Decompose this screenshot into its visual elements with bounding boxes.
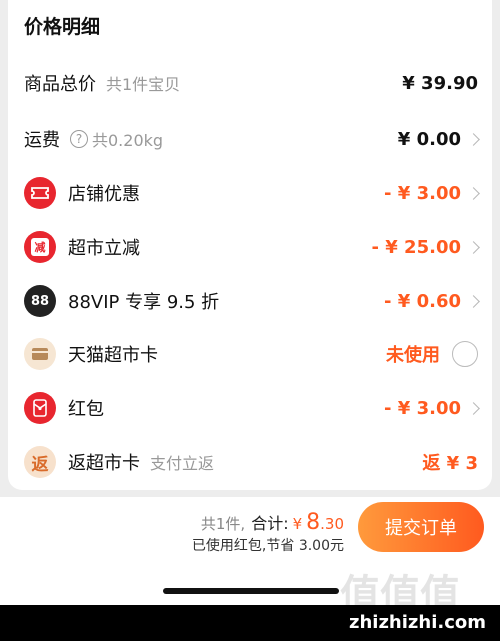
row-88vip[interactable]: 88 88VIP 专享 9.5 折 - ¥ 0.60 xyxy=(8,281,492,321)
market-cut-label: 超市立减 xyxy=(68,238,140,259)
market-cut-amount: - ¥ 25.00 xyxy=(371,236,461,258)
sum-line: 共1件, 合计: ¥ 8 .30 xyxy=(201,510,344,535)
total-amount: ¥ 39.90 xyxy=(402,72,478,94)
card-title: 价格明细 xyxy=(24,16,101,38)
red-packet-amount: - ¥ 3.00 xyxy=(384,397,461,419)
help-icon[interactable]: ? xyxy=(70,130,88,148)
sum-label: 合计: xyxy=(251,514,289,533)
row-cashback: 返 返超市卡 支付立返 返 ¥ 3 xyxy=(8,442,492,482)
shop-discount-label: 店铺优惠 xyxy=(68,184,140,205)
red-packet-icon xyxy=(24,392,56,424)
chevron-right-icon xyxy=(467,240,480,254)
shipping-sub: 共0.20kg xyxy=(92,131,164,150)
vip-88-icon: 88 xyxy=(24,285,56,317)
chevron-right-icon xyxy=(467,186,480,200)
total-label: 商品总价 xyxy=(24,74,96,95)
discount-icon-text: 减 xyxy=(31,238,49,256)
shipping-amount: ¥ 0.00 xyxy=(397,128,461,150)
item-count: 共1件, xyxy=(200,515,246,533)
shipping-label: 运费 xyxy=(24,130,60,151)
row-red-packet[interactable]: 红包 - ¥ 3.00 xyxy=(8,388,492,428)
cashback-sub: 支付立返 xyxy=(150,454,215,473)
row-shop-discount[interactable]: 店铺优惠 - ¥ 3.00 xyxy=(8,173,492,213)
discount-icon: 减 xyxy=(24,231,56,263)
tmall-card-radio[interactable] xyxy=(452,341,478,367)
chevron-right-icon xyxy=(467,132,480,146)
bottom-watermark-bar: zhizhizhi.com xyxy=(0,605,500,641)
chevron-right-icon xyxy=(467,294,480,308)
total-sub: 共1件宝贝 xyxy=(106,75,181,94)
sum-decimal: .30 xyxy=(320,515,344,533)
tmall-card-status: 未使用 xyxy=(386,345,440,366)
price-detail-card: 价格明细 商品总价 共1件宝贝 ¥ 39.90 运费 ? 共0.20kg ¥ 0… xyxy=(8,0,492,490)
cashback-label: 返超市卡 xyxy=(68,453,140,474)
chevron-right-icon xyxy=(467,401,480,415)
row-market-cut[interactable]: 减 超市立减 - ¥ 25.00 xyxy=(8,227,492,267)
card-icon xyxy=(24,338,56,370)
row-shipping[interactable]: 运费 ? 共0.20kg ¥ 0.00 xyxy=(8,119,492,159)
watermark-text: zhizhizhi.com xyxy=(348,612,486,633)
vip-label: 88VIP 专享 9.5 折 xyxy=(68,292,220,313)
cashback-amount: 返 ¥ 3 xyxy=(422,453,478,474)
sum-currency: ¥ xyxy=(292,515,303,533)
shop-discount-amount: - ¥ 3.00 xyxy=(384,182,461,204)
row-tmall-card[interactable]: 天猫超市卡 未使用 xyxy=(8,334,492,374)
savings-note: 已使用红包,节省 3.00元 xyxy=(191,538,344,554)
row-total-price: 商品总价 共1件宝贝 ¥ 39.90 xyxy=(8,63,492,103)
cashback-icon: 返 xyxy=(24,446,56,478)
red-packet-label: 红包 xyxy=(68,399,104,420)
sum-integer: 8 xyxy=(306,510,321,535)
home-indicator[interactable] xyxy=(163,588,339,594)
vip-amount: - ¥ 0.60 xyxy=(384,290,461,312)
ticket-icon xyxy=(24,177,56,209)
submit-order-button[interactable]: 提交订单 xyxy=(358,502,484,552)
tmall-card-label: 天猫超市卡 xyxy=(68,345,158,366)
